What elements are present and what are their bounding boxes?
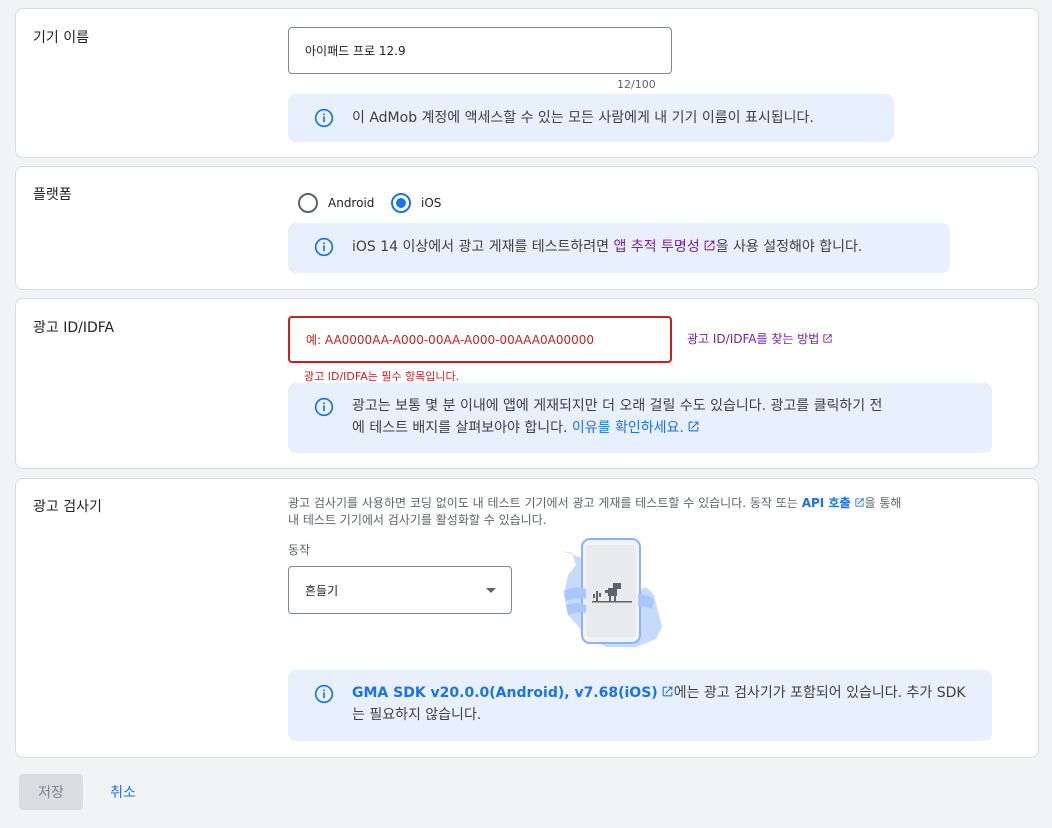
device-name-info: 이 AdMob 계정에 액세스할 수 있는 모든 사람에게 내 기기 이름이 표… [288,94,894,142]
gesture-select-value: 흔들기 [305,583,339,598]
external-link-icon [688,421,699,432]
ad-id-help-link[interactable]: 광고 ID/IDFA를 찾는 방법 [687,332,819,346]
save-button-label: 저장 [38,785,64,801]
ad-id-placeholder: 예: AA0000AA-A000-00AA-A000-00AAA0A00000 [306,333,595,347]
platform-info-prefix: iOS 14 이상에서 광고 게재를 테스트하려면 [352,239,614,255]
api-call-link[interactable]: API 호출 [802,496,851,510]
external-link-icon [662,686,673,697]
ad-inspector-info-line2: 는 필요하지 않습니다. [352,707,482,723]
ad-id-input[interactable]: 예: AA0000AA-A000-00AA-A000-00AAA0A00000 [288,316,672,363]
gma-sdk-link[interactable]: GMA SDK v20.0.0(Android), v7.68(iOS) [352,685,658,701]
phone-shake-illustration [562,538,662,647]
device-name-title: 기기 이름 [33,30,89,46]
radio-android[interactable] [298,193,318,213]
ad-id-error: 광고 ID/IDFA는 필수 항목입니다. [304,370,460,383]
ad-inspector-info: GMA SDK v20.0.0(Android), v7.68(iOS) 에는 광… [288,670,992,741]
att-link[interactable]: 앱 추적 투명성 [614,239,700,255]
ad-inspector-info-suffix: 에는 광고 검사기가 포함되어 있습니다. 추가 SDK [673,685,966,701]
device-name-value: 아이패드 프로 12.9 [305,44,406,58]
ad-id-info-text: 광고는 보통 몇 분 이내에 앱에 게재되지만 더 오래 걸릴 수도 있습니다.… [352,395,882,439]
ad-inspector-title: 광고 검사기 [33,499,102,515]
platform-card: 플랫폼 Android iOS iOS 14 이상에서 광고 게재를 테스트하려… [15,166,1039,290]
ad-inspector-card: 광고 검사기 광고 검사기를 사용하면 코딩 없이도 내 테스트 기기에서 광고… [15,478,1039,758]
device-name-card: 기기 이름 아이패드 프로 12.9 12/100 이 AdMob 계정에 액세… [15,8,1039,158]
info-icon [314,108,334,128]
gesture-label: 동작 [288,543,311,557]
cancel-button[interactable]: 취소 [96,774,150,810]
ad-inspector-info-text: GMA SDK v20.0.0(Android), v7.68(iOS) 에는 광… [352,682,966,726]
ad-inspector-desc-line1: 광고 검사기를 사용하면 코딩 없이도 내 테스트 기기에서 광고 게재를 테스… [288,495,901,512]
ad-inspector-desc: 광고 검사기를 사용하면 코딩 없이도 내 테스트 기기에서 광고 게재를 테스… [288,495,901,529]
ad-inspector-desc-suffix: 을 통해 [864,496,902,510]
save-button[interactable]: 저장 [19,774,83,810]
radio-ios-label[interactable]: iOS [421,196,441,210]
info-icon [314,237,334,257]
external-link-icon [823,334,832,343]
info-icon [314,684,334,704]
why-link[interactable]: 이유를 확인하세요. [572,420,684,436]
ad-id-help[interactable]: 광고 ID/IDFA를 찾는 방법 [687,330,833,347]
device-name-counter: 12/100 [617,78,656,91]
platform-info: iOS 14 이상에서 광고 게재를 테스트하려면 앱 추적 투명성 을 사용 설… [288,223,950,273]
platform-title: 플랫폼 [33,187,72,203]
device-name-input[interactable]: 아이패드 프로 12.9 [288,27,672,74]
platform-info-text: iOS 14 이상에서 광고 게재를 테스트하려면 앱 추적 투명성 을 사용 설… [352,236,862,258]
ad-inspector-desc-line2: 내 테스트 기기에서 검사기를 활성화할 수 있습니다. [288,513,547,527]
radio-ios[interactable] [391,193,411,213]
ad-id-info-line1: 광고는 보통 몇 분 이내에 앱에 게재되지만 더 오래 걸릴 수도 있습니다.… [352,398,883,414]
gesture-select[interactable]: 흔들기 [288,566,512,614]
platform-info-suffix: 을 사용 설정해야 합니다. [715,239,863,255]
ad-id-info: 광고는 보통 몇 분 이내에 앱에 게재되지만 더 오래 걸릴 수도 있습니다.… [288,383,992,453]
ad-inspector-info-line1: GMA SDK v20.0.0(Android), v7.68(iOS) 에는 광… [352,682,966,704]
ad-id-info-line2: 에 테스트 배지를 살펴보아야 합니다. 이유를 확인하세요. [352,417,882,439]
radio-android-label[interactable]: Android [328,196,374,210]
external-link-icon [854,498,864,507]
external-link-icon [704,240,715,251]
ad-id-info-line2-text: 에 테스트 배지를 살펴보아야 합니다. [352,420,572,436]
dropdown-arrow-icon [486,588,496,593]
info-icon [314,397,334,417]
cancel-button-label: 취소 [110,785,136,801]
ad-id-title: 광고 ID/IDFA [33,320,115,336]
device-name-info-text: 이 AdMob 계정에 액세스할 수 있는 모든 사람에게 내 기기 이름이 표… [352,110,814,126]
ad-inspector-desc-prefix: 광고 검사기를 사용하면 코딩 없이도 내 테스트 기기에서 광고 게재를 테스… [288,496,802,510]
ad-id-card: 광고 ID/IDFA 예: AA0000AA-A000-00AA-A000-00… [15,298,1039,469]
